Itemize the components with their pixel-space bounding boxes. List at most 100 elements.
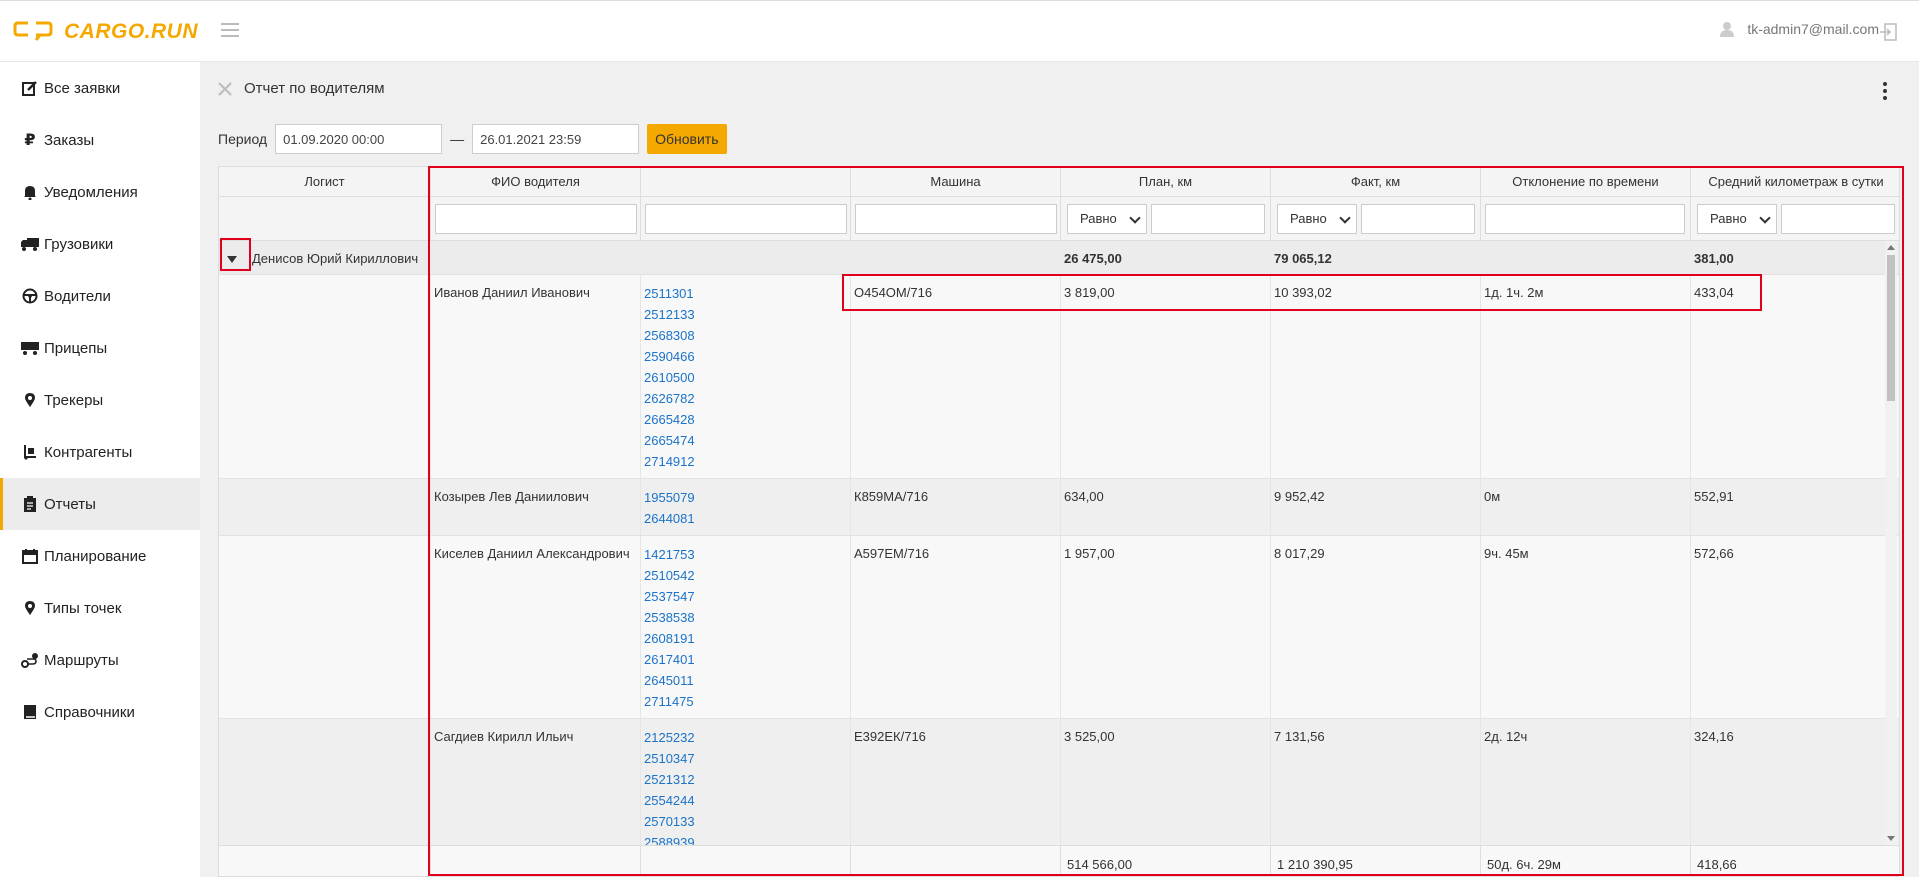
refresh-button[interactable]: Обновить	[647, 124, 727, 154]
order-link[interactable]: 2608191	[644, 628, 850, 649]
order-link[interactable]: 2590466	[644, 346, 850, 367]
header-avg[interactable]: Средний километраж в сутки	[1691, 167, 1899, 197]
sidebar-item-trucks[interactable]: Грузовики	[0, 218, 200, 270]
cell-fact: 7 131,56	[1271, 719, 1481, 845]
order-link[interactable]: 2511301	[644, 283, 850, 304]
cell-vehicle: А597ЕМ/716	[851, 536, 1061, 718]
cell-driver: Сагдиев Кирилл Ильич	[431, 719, 641, 845]
header-deviation[interactable]: Отклонение по времени	[1481, 167, 1691, 197]
order-link[interactable]: 2645011	[644, 670, 850, 691]
cell-vehicle: О454ОМ/716	[851, 275, 1061, 478]
filter-plan-input[interactable]	[1151, 204, 1265, 234]
order-link[interactable]: 2125232	[644, 727, 850, 748]
cell-deviation: 2д. 12ч	[1481, 719, 1691, 845]
sidebar-item-orders[interactable]: ₽ Заказы	[0, 114, 200, 166]
sidebar-item-trackers[interactable]: Трекеры	[0, 374, 200, 426]
filter-orders-input[interactable]	[645, 204, 847, 234]
header-logist[interactable]: Логист	[219, 167, 431, 197]
sidebar-item-reports[interactable]: Отчеты	[0, 478, 200, 530]
order-link[interactable]: 2626782	[644, 388, 850, 409]
filter-avg-input[interactable]	[1781, 204, 1895, 234]
order-link[interactable]: 2570133	[644, 811, 850, 832]
menu-toggle-icon[interactable]	[221, 23, 239, 39]
filter-avg-operator-select[interactable]: Равно	[1697, 204, 1777, 234]
logo[interactable]: CARGO.RUN	[10, 17, 198, 47]
order-link[interactable]: 2665474	[644, 430, 850, 451]
sidebar-item-planning[interactable]: Планирование	[0, 530, 200, 582]
order-link[interactable]: 2537547	[644, 586, 850, 607]
sidebar-item-point-types[interactable]: Типы точек	[0, 582, 200, 634]
filter-fact-operator-select[interactable]: Равно	[1277, 204, 1357, 234]
sidebar-item-routes[interactable]: Маршруты	[0, 634, 200, 686]
hand-truck-icon	[20, 443, 40, 461]
sidebar-item-label: Трекеры	[44, 391, 104, 409]
user-menu[interactable]: tk-admin7@mail.com	[1719, 21, 1879, 37]
header-orders[interactable]	[641, 167, 851, 197]
book-icon	[20, 703, 40, 721]
total-deviation: 50д. 6ч. 29м	[1481, 846, 1691, 876]
chevron-down-icon	[1129, 212, 1141, 224]
order-link[interactable]: 2538538	[644, 607, 850, 628]
scroll-up-icon[interactable]	[1887, 245, 1895, 250]
order-link[interactable]: 2610500	[644, 367, 850, 388]
order-link[interactable]: 2588939	[644, 832, 850, 845]
cell-orders: 2511301 2512133 2568308 2590466 2610500 …	[641, 275, 851, 478]
sidebar-item-notifications[interactable]: Уведомления	[0, 166, 200, 218]
cell-avg: 433,04	[1694, 285, 1734, 300]
sidebar-item-label: Справочники	[44, 703, 135, 721]
sidebar-item-trailers[interactable]: Прицепы	[0, 322, 200, 374]
vertical-scrollbar[interactable]	[1885, 241, 1897, 845]
sidebar-item-all-requests[interactable]: Все заявки	[0, 62, 200, 114]
header-vehicle[interactable]: Машина	[851, 167, 1061, 197]
scroll-down-icon[interactable]	[1887, 836, 1895, 841]
collapse-toggle-icon[interactable]	[221, 248, 243, 270]
header-driver[interactable]: ФИО водителя	[431, 167, 641, 197]
ruble-icon: ₽	[24, 132, 36, 149]
filter-vehicle-input[interactable]	[855, 204, 1057, 234]
cell-vehicle: Е392ЕК/716	[851, 719, 1061, 845]
date-to-input[interactable]	[472, 124, 640, 154]
cell-plan: 3 819,00	[1061, 275, 1271, 478]
order-link[interactable]: 2554244	[644, 790, 850, 811]
sidebar-item-label: Прицепы	[44, 339, 108, 357]
cell-deviation: 9ч. 45м	[1481, 536, 1691, 718]
clipboard-icon	[20, 495, 40, 513]
sidebar-item-label: Все заявки	[44, 79, 121, 97]
order-link[interactable]: 2521312	[644, 769, 850, 790]
sidebar-item-directories[interactable]: Справочники	[0, 686, 200, 738]
period-label: Период	[218, 131, 268, 147]
more-options-icon[interactable]	[1883, 82, 1889, 103]
filter-fact-input[interactable]	[1361, 204, 1475, 234]
edit-icon	[20, 79, 40, 97]
cell-vehicle: К859МА/716	[851, 479, 1061, 535]
cell-logist	[219, 275, 431, 478]
filter-deviation-input[interactable]	[1485, 204, 1685, 234]
order-link[interactable]: 2512133	[644, 304, 850, 325]
order-link[interactable]: 2711475	[644, 691, 850, 712]
scroll-thumb[interactable]	[1887, 255, 1895, 401]
close-icon[interactable]	[218, 81, 232, 96]
sidebar-item-contractors[interactable]: Контрагенты	[0, 426, 200, 478]
filter-plan-operator-select[interactable]: Равно	[1067, 204, 1147, 234]
report-header: Отчет по водителям	[218, 80, 385, 97]
chevron-down-icon	[1759, 212, 1771, 224]
order-link[interactable]: 2644081	[644, 508, 850, 529]
order-link[interactable]: 2510347	[644, 748, 850, 769]
order-link[interactable]: 2617401	[644, 649, 850, 670]
filter-driver-input[interactable]	[435, 204, 637, 234]
group-row[interactable]: Денисов Юрий Кириллович 26 475,00 79 065…	[219, 241, 1899, 275]
bell-icon	[20, 183, 40, 201]
order-link[interactable]: 1421753	[644, 544, 850, 565]
sidebar-item-drivers[interactable]: Водители	[0, 270, 200, 322]
order-link[interactable]: 2714912	[644, 451, 850, 472]
filter-cell-logist	[219, 197, 431, 241]
order-link[interactable]: 2510542	[644, 565, 850, 586]
filter-cell-avg: Равно	[1691, 197, 1899, 241]
logout-icon[interactable]	[1879, 23, 1897, 41]
order-link[interactable]: 2568308	[644, 325, 850, 346]
order-link[interactable]: 1955079	[644, 487, 850, 508]
order-link[interactable]: 2665428	[644, 409, 850, 430]
header-fact[interactable]: Факт, км	[1271, 167, 1481, 197]
header-plan[interactable]: План, км	[1061, 167, 1271, 197]
date-from-input[interactable]	[275, 124, 443, 154]
